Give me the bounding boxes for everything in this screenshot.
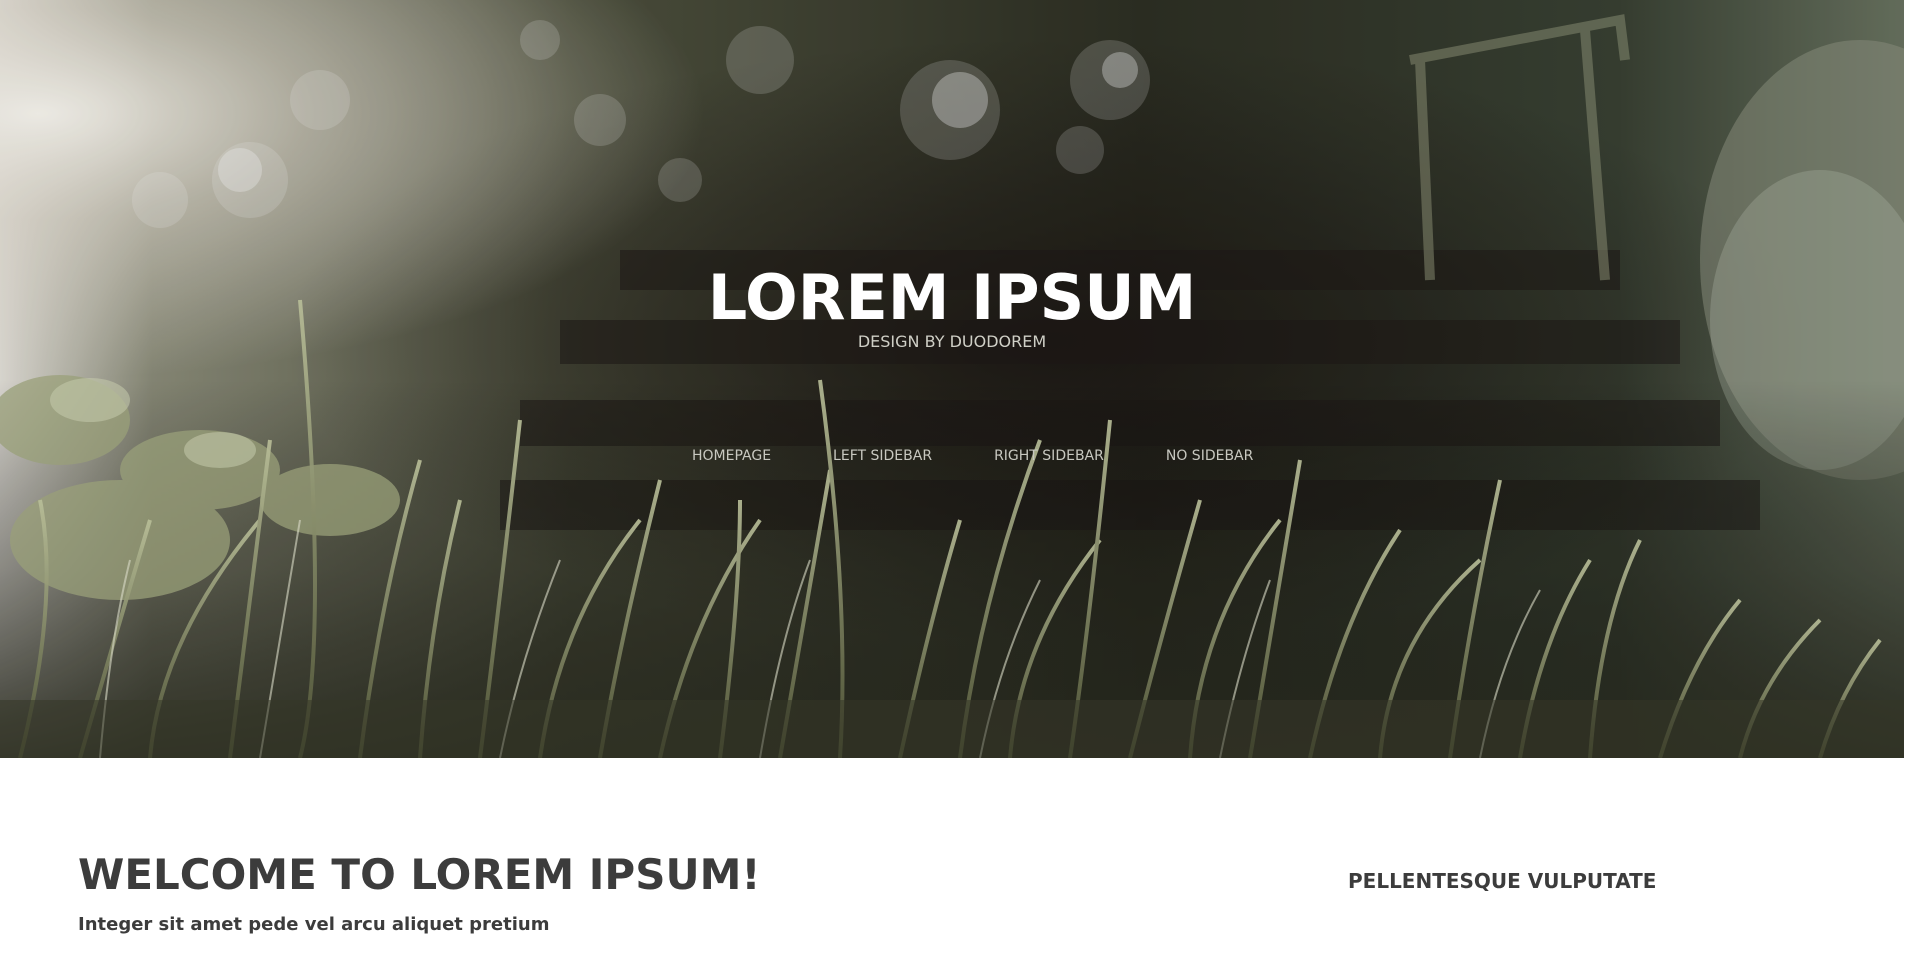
nav-item-homepage[interactable]: HOMEPAGE: [692, 448, 771, 464]
nav-item-right-sidebar[interactable]: RIGHT SIDEBAR: [994, 448, 1104, 464]
page-edge: [1904, 0, 1908, 966]
site-tagline: DESIGN BY DUODOREM: [857, 332, 1047, 351]
site-title: LOREM IPSUM: [707, 261, 1197, 334]
main-subheading: Integer sit amet pede vel arcu aliquet p…: [78, 914, 550, 935]
sidebar-heading: PELLENTESQUE VULPUTATE: [1348, 869, 1657, 893]
page: LOREM IPSUM DESIGN BY DUODOREM HOMEPAGE …: [0, 0, 1908, 966]
main-navigation: HOMEPAGE LEFT SIDEBAR RIGHT SIDEBAR NO S…: [692, 446, 1315, 466]
hero-header: LOREM IPSUM DESIGN BY DUODOREM HOMEPAGE …: [0, 0, 1904, 758]
hero-background-image: [0, 0, 1904, 758]
nav-item-no-sidebar[interactable]: NO SIDEBAR: [1166, 448, 1254, 464]
nav-item-left-sidebar[interactable]: LEFT SIDEBAR: [833, 448, 932, 464]
main-heading: WELCOME TO LOREM IPSUM!: [78, 850, 761, 899]
